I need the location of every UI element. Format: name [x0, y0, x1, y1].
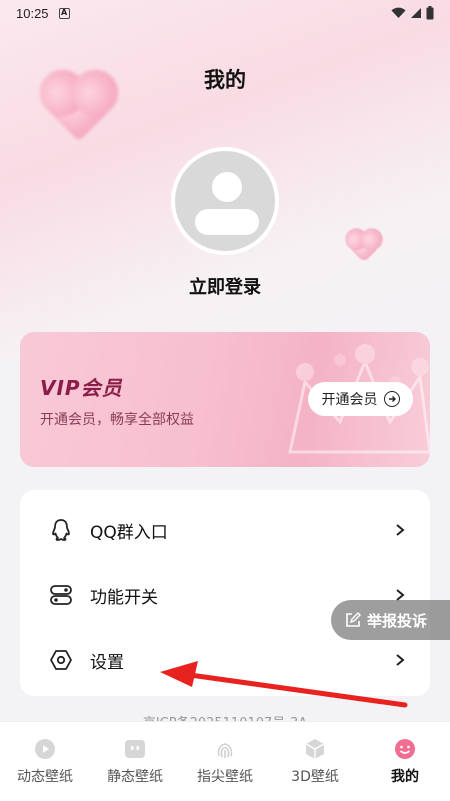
notification-icon: A — [58, 7, 70, 19]
smile-face-icon — [394, 738, 416, 760]
menu-item-label: QQ群入口 — [90, 522, 168, 543]
tab-label: 静态壁纸 — [107, 769, 163, 785]
bottom-tab-bar: 动态壁纸 静态壁纸 指尖壁纸 3D壁纸 我的 — [0, 721, 450, 801]
page-title: 我的 — [204, 68, 246, 92]
battery-icon — [426, 6, 434, 20]
arrow-right-circle-icon — [383, 391, 400, 407]
avatar-body-shape — [195, 209, 259, 235]
tab-label: 动态壁纸 — [17, 769, 73, 785]
avatar-head-shape — [212, 172, 242, 202]
menu-item-label: 功能开关 — [90, 587, 158, 608]
menu-item-label: 设置 — [90, 652, 124, 673]
tab-live-wallpaper[interactable]: 动态壁纸 — [0, 722, 90, 801]
status-indicators — [391, 6, 434, 20]
open-vip-button-label: 开通会员 — [321, 392, 378, 408]
wifi-icon — [391, 7, 406, 19]
tab-label: 指尖壁纸 — [197, 769, 253, 785]
tab-static-wallpaper[interactable]: 静态壁纸 — [90, 722, 180, 801]
menu-item-qq-group[interactable]: QQ群入口 — [20, 498, 430, 562]
tab-label: 3D壁纸 — [291, 769, 339, 785]
play-circle-icon — [34, 738, 56, 760]
cube-3d-icon — [304, 738, 326, 760]
qq-penguin-icon — [48, 517, 74, 543]
signal-icon — [411, 8, 421, 18]
fingerprint-icon — [214, 738, 236, 760]
chevron-right-icon — [396, 524, 405, 536]
annotation-arrow-icon — [160, 661, 408, 708]
toggle-switches-icon — [48, 582, 74, 608]
static-wallpaper-icon — [124, 738, 146, 760]
edit-square-icon — [346, 612, 361, 627]
tab-mine[interactable]: 我的 — [360, 722, 450, 801]
tab-3d-wallpaper[interactable]: 3D壁纸 — [270, 722, 360, 801]
vip-title: VIP会员 — [40, 376, 123, 400]
status-bar: 10:25 A — [0, 0, 450, 26]
open-vip-button[interactable]: 开通会员 — [308, 382, 413, 416]
vip-subtitle: 开通会员，畅享全部权益 — [40, 412, 194, 428]
status-time: 10:25 — [16, 5, 49, 21]
login-link[interactable]: 立即登录 — [0, 273, 450, 299]
avatar[interactable] — [171, 147, 279, 255]
report-label: 举报投诉 — [367, 611, 428, 630]
vip-card[interactable]: VIP会员 开通会员，畅享全部权益 开通会员 — [20, 332, 430, 467]
tab-fingertip-wallpaper[interactable]: 指尖壁纸 — [180, 722, 270, 801]
report-complaint-button[interactable]: 举报投诉 — [331, 600, 450, 640]
hexagon-settings-icon — [48, 647, 74, 673]
tab-label: 我的 — [391, 769, 419, 785]
